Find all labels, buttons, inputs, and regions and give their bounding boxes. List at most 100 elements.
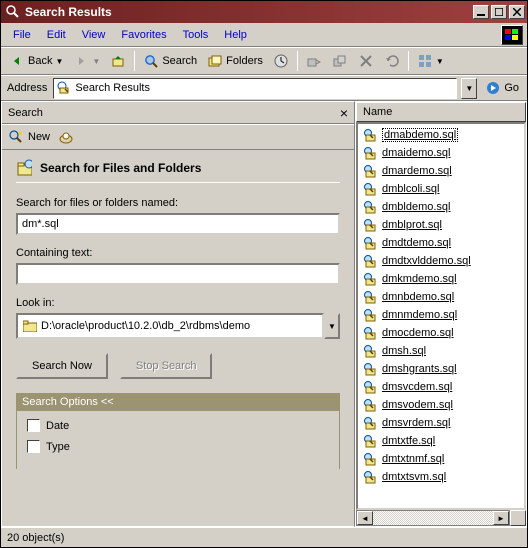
search-form: Search for Files and Folders Search for … <box>2 150 354 526</box>
file-row[interactable]: dmsvcdem.sql <box>360 378 522 396</box>
file-row[interactable]: dmtxtsvm.sql <box>360 468 522 486</box>
separator <box>134 51 135 71</box>
file-row[interactable]: dmardemo.sql <box>360 162 522 180</box>
views-button[interactable]: ▼ <box>413 51 448 71</box>
divider <box>16 182 340 183</box>
file-row[interactable]: dmblcoli.sql <box>360 180 522 198</box>
go-button[interactable]: Go <box>481 80 523 96</box>
app-icon <box>5 4 21 20</box>
file-row[interactable]: dmshgrants.sql <box>360 360 522 378</box>
search-folder-icon <box>16 160 32 176</box>
file-row[interactable]: dmdtxvlddemo.sql <box>360 252 522 270</box>
file-row[interactable]: dmsvodem.sql <box>360 396 522 414</box>
address-bar: Address ▼ Go <box>1 75 527 101</box>
file-icon <box>362 397 378 413</box>
address-field[interactable] <box>53 78 457 99</box>
lookin-combo[interactable]: D:\oracle\product\10.2.0\db_2\rdbms\demo… <box>16 313 340 339</box>
file-icon <box>362 379 378 395</box>
size-grip[interactable] <box>510 510 526 526</box>
menu-edit[interactable]: Edit <box>39 26 74 44</box>
name-column-label: Name <box>363 106 392 118</box>
up-folder-icon <box>110 53 126 69</box>
file-row[interactable]: dmocdemo.sql <box>360 324 522 342</box>
undo-button[interactable] <box>380 51 404 71</box>
undo-icon <box>384 53 400 69</box>
file-icon <box>362 451 378 467</box>
minimize-button[interactable] <box>473 5 489 19</box>
type-checkbox[interactable] <box>27 440 40 453</box>
menu-help[interactable]: Help <box>216 26 255 44</box>
search-now-button[interactable]: Search Now <box>16 353 108 379</box>
search-pane-title: Search <box>8 107 340 119</box>
up-button[interactable] <box>106 51 130 71</box>
named-input[interactable] <box>16 213 340 235</box>
scroll-right-button[interactable]: ► <box>493 511 509 525</box>
search-options-box: Date Type <box>16 411 340 469</box>
lookin-dropdown[interactable]: ▼ <box>324 313 340 339</box>
file-row[interactable]: dmaidemo.sql <box>360 144 522 162</box>
date-checkbox-row[interactable]: Date <box>27 419 329 432</box>
scroll-track[interactable] <box>373 511 493 525</box>
windows-logo <box>501 25 523 45</box>
search-icon <box>143 53 159 69</box>
search-pane-close[interactable]: × <box>340 105 348 121</box>
results-list[interactable]: dmabdemo.sqldmaidemo.sql dmardemo.sql dmbl… <box>356 122 526 510</box>
file-icon <box>362 235 378 251</box>
file-row[interactable]: dmkmdemo.sql <box>360 270 522 288</box>
stop-search-button[interactable]: Stop Search <box>120 353 213 379</box>
containing-input[interactable] <box>16 263 340 285</box>
history-button[interactable] <box>269 51 293 71</box>
move-to-button[interactable] <box>302 51 326 71</box>
file-name: dmsh.sql <box>382 345 426 357</box>
menu-tools[interactable]: Tools <box>175 26 217 44</box>
copy-to-button[interactable] <box>328 51 352 71</box>
lookin-value: D:\oracle\product\10.2.0\db_2\rdbms\demo <box>41 320 250 332</box>
containing-label: Containing text: <box>16 247 340 259</box>
new-search-button[interactable]: New <box>8 129 50 145</box>
file-name: dmshgrants.sql <box>382 363 457 375</box>
scroll-left-button[interactable]: ◄ <box>357 511 373 525</box>
file-row[interactable]: dmnmdemo.sql <box>360 306 522 324</box>
delete-button[interactable] <box>354 51 378 71</box>
file-row[interactable]: dmdtdemo.sql <box>360 234 522 252</box>
file-row[interactable]: dmsvrdem.sql <box>360 414 522 432</box>
go-icon <box>485 80 501 96</box>
address-dropdown[interactable]: ▼ <box>461 78 477 99</box>
file-row[interactable]: dmtxtnmf.sql <box>360 450 522 468</box>
file-row[interactable]: dmblprot.sql <box>360 216 522 234</box>
file-row[interactable]: dmnbdemo.sql <box>360 288 522 306</box>
date-checkbox[interactable] <box>27 419 40 432</box>
back-label: Back <box>28 55 52 67</box>
file-row[interactable]: dmabdemo.sql <box>360 126 522 144</box>
folders-button[interactable]: Folders <box>203 51 267 71</box>
file-name: dmsvcdem.sql <box>382 381 452 393</box>
search-button[interactable]: Search <box>139 51 201 71</box>
menu-favorites[interactable]: Favorites <box>113 26 174 44</box>
address-label: Address <box>5 82 49 94</box>
folders-icon <box>207 53 223 69</box>
status-text: 20 object(s) <box>7 532 64 544</box>
file-row[interactable]: dmsh.sql <box>360 342 522 360</box>
menu-file[interactable]: File <box>5 26 39 44</box>
file-name: dmnbdemo.sql <box>382 291 454 303</box>
horizontal-scrollbar[interactable]: ◄ ► <box>356 510 526 526</box>
file-icon <box>362 253 378 269</box>
file-row[interactable]: dmbldemo.sql <box>360 198 522 216</box>
menu-bar: File Edit View Favorites Tools Help <box>1 23 527 47</box>
search-options-header[interactable]: Search Options << <box>16 393 340 411</box>
type-checkbox-row[interactable]: Type <box>27 440 329 453</box>
address-input[interactable] <box>75 82 454 94</box>
named-label: Search for files or folders named: <box>16 197 340 209</box>
close-button[interactable] <box>509 5 525 19</box>
file-icon <box>362 433 378 449</box>
back-button[interactable]: Back ▼ <box>5 51 67 71</box>
forward-button[interactable]: ▼ <box>69 51 104 71</box>
separator <box>408 51 409 71</box>
maximize-button[interactable] <box>491 5 507 19</box>
results-column-header[interactable]: Name <box>356 102 526 122</box>
file-row[interactable]: dmtxtfe.sql <box>360 432 522 450</box>
search-help-button[interactable] <box>58 129 74 145</box>
file-name: dmbldemo.sql <box>382 201 450 213</box>
file-name: dmardemo.sql <box>382 165 452 177</box>
menu-view[interactable]: View <box>74 26 114 44</box>
